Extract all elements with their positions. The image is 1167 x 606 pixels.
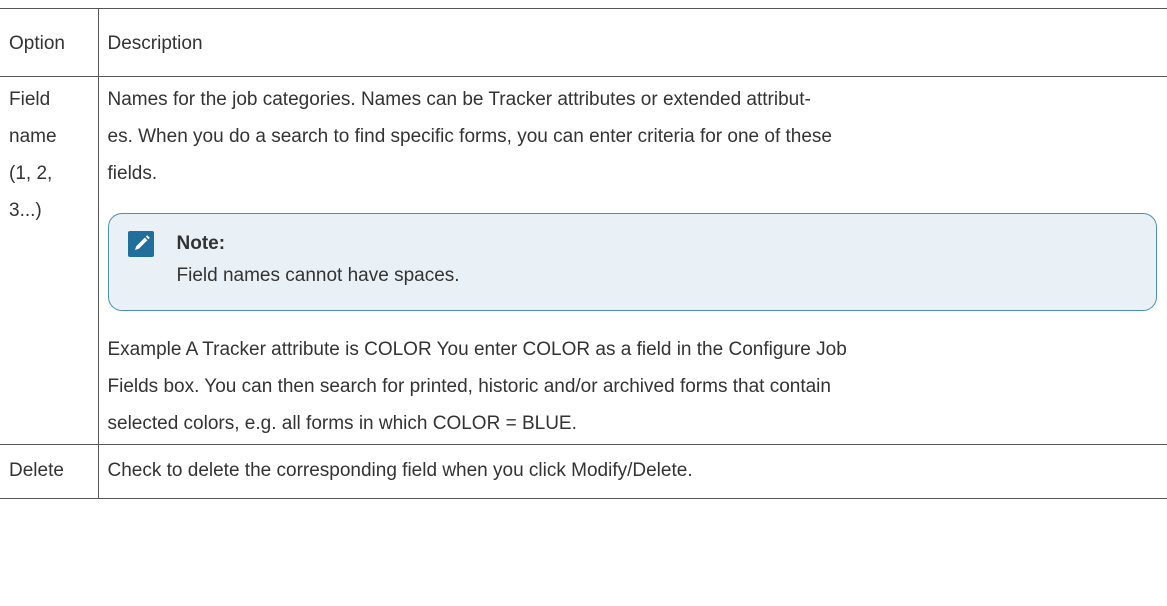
note-callout: Note: Field names cannot have spaces. xyxy=(107,213,1157,311)
description-line: es. When you do a search to find specifi… xyxy=(107,126,832,147)
header-description: Description xyxy=(97,8,1167,77)
example-paragraph: Example A Tracker attribute is COLOR You… xyxy=(108,331,1167,444)
description-field-name: Names for the job categories. Names can … xyxy=(97,76,1167,445)
description-delete: Check to delete the corresponding field … xyxy=(97,444,1167,499)
header-option: Option xyxy=(0,8,99,77)
pencil-icon xyxy=(127,231,154,257)
description-paragraph: Names for the job categories. Names can … xyxy=(108,81,1167,192)
option-field-name: Field name (1, 2, 3...) xyxy=(0,76,99,445)
option-line: 3...) xyxy=(9,200,42,221)
example-line: selected colors, e.g. all forms in which… xyxy=(107,413,577,434)
example-line: Fields box. You can then search for prin… xyxy=(107,376,831,397)
option-line: Field xyxy=(9,89,51,110)
option-line: (1, 2, xyxy=(9,163,53,184)
table-header-row: Option Description xyxy=(0,8,1167,77)
description-line: Names for the job categories. Names can … xyxy=(107,89,811,110)
example-line: Example A Tracker attribute is COLOR You… xyxy=(107,339,847,360)
option-line: name xyxy=(9,126,57,147)
note-title: Note: xyxy=(176,233,226,254)
table-row: Delete Check to delete the corresponding… xyxy=(0,444,1167,499)
options-table: Option Description Field name (1, 2, 3..… xyxy=(0,8,1167,499)
option-delete: Delete xyxy=(0,444,99,499)
note-text: Field names cannot have spaces. xyxy=(176,265,460,286)
description-line: fields. xyxy=(107,163,158,184)
table-row: Field name (1, 2, 3...) Names for the jo… xyxy=(0,76,1167,445)
